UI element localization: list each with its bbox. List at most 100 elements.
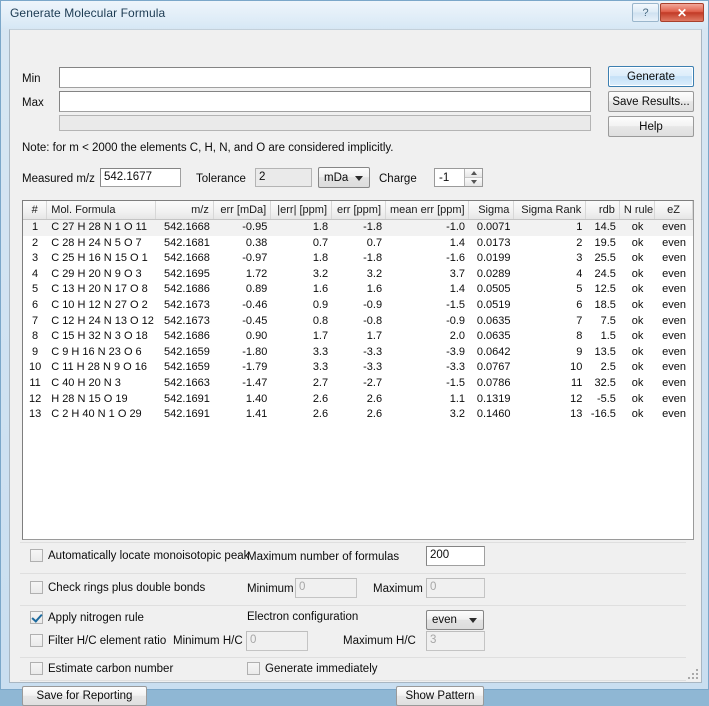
table-row[interactable]: 7 C 12 H 24 N 13 O 12 542.1673 -0.45 0.8 -0.8… — [23, 314, 693, 330]
table-row[interactable]: 13 C 2 H 40 N 1 O 29 542.1691 1.41 2.6 2.6 3.2… — [23, 407, 693, 423]
checkbox-box[interactable] — [30, 662, 43, 675]
table-cell: 542.1681 — [164, 236, 210, 249]
table-cell: C 27 H 28 N 1 O 11 — [51, 221, 147, 233]
options-divider-2 — [20, 573, 686, 574]
table-column-header[interactable]: Sigma Rank — [514, 201, 587, 219]
estimate-carbon-checkbox[interactable]: Estimate carbon number — [30, 662, 173, 675]
auto-locate-checkbox[interactable]: Automatically locate monoisotopic peak — [30, 549, 249, 562]
checkbox-box[interactable] — [30, 611, 43, 624]
table-column-header[interactable]: mean err [ppm] — [386, 201, 469, 219]
close-button[interactable]: ✕ — [660, 3, 704, 22]
table-cell: 19.5 — [594, 236, 616, 249]
checkbox-box[interactable] — [30, 549, 43, 562]
table-row[interactable]: 6 C 10 H 12 N 27 O 2 542.1673 -0.46 0.9 -0.9 -… — [23, 298, 693, 314]
table-cell: 3.3 — [312, 345, 329, 358]
generate-button[interactable]: Generate — [608, 66, 694, 87]
table-cell: 0.0519 — [476, 298, 511, 311]
charge-spin-buttons[interactable] — [464, 169, 482, 186]
results-table[interactable]: # Mol. Formula m/z err [mDa] |err| [ppm] err … — [22, 200, 694, 540]
table-cell: ok — [631, 345, 644, 358]
table-column-header[interactable]: m/z — [156, 201, 214, 219]
table-row[interactable]: 4 C 29 H 20 N 9 O 3 542.1695 1.72 3.2 3.2 3.7 0… — [23, 267, 693, 283]
check-rdb-checkbox[interactable]: Check rings plus double bonds — [30, 581, 205, 594]
max-input[interactable] — [59, 91, 591, 112]
checkbox-box[interactable] — [247, 662, 260, 675]
table-column-header[interactable]: Mol. Formula — [47, 201, 157, 219]
show-pattern-button[interactable]: Show Pattern — [396, 686, 484, 706]
max-formulas-input[interactable]: 200 — [426, 546, 485, 566]
table-cell: 0.0173 — [476, 236, 511, 249]
caret-up-icon — [470, 171, 477, 175]
table-column-header[interactable]: rdb — [586, 201, 620, 219]
table-column-header[interactable]: err [ppm] — [332, 201, 387, 219]
table-cell: -0.45 — [242, 314, 268, 327]
table-cell: 7 — [576, 314, 583, 327]
table-column-header[interactable]: Sigma — [469, 201, 515, 219]
table-row[interactable]: 1 C 27 H 28 N 1 O 11 542.1668 -0.95 1.8 -1.8 -… — [23, 220, 693, 236]
nitrogen-rule-label: Apply nitrogen rule — [48, 611, 144, 624]
table-cell: 2.6 — [312, 408, 329, 421]
table-row[interactable]: 2 C 28 H 24 N 5 O 7 542.1681 0.38 0.7 0.7 1.4 0… — [23, 236, 693, 252]
table-cell: C 13 H 20 N 17 O 8 — [51, 283, 148, 296]
table-column-header[interactable]: |err| [ppm] — [271, 201, 333, 219]
tolerance-unit-select[interactable]: mDa — [318, 167, 370, 188]
nitrogen-rule-checkbox[interactable]: Apply nitrogen rule — [30, 611, 144, 624]
help-titlebar-button[interactable]: ? — [632, 3, 659, 22]
table-row[interactable]: 11 C 40 H 20 N 3 542.1663 -1.47 2.7 -2.7 -1.5 0… — [23, 376, 693, 392]
table-column-header[interactable]: # — [23, 201, 48, 219]
checkbox-box[interactable] — [30, 581, 43, 594]
table-column-header[interactable]: err [mDa] — [214, 201, 272, 219]
help-button[interactable]: Help — [608, 116, 694, 137]
table-body[interactable]: 1C 27 H 28 N 1 O 11 542.1668 -0.95 1.8 -1.8-… — [23, 220, 693, 423]
table-row[interactable]: 10 C 11 H 28 N 9 O 16 542.1659 -1.79 3.3 -3.3… — [23, 360, 693, 376]
table-cell: 542.1673 — [164, 298, 210, 311]
electron-config-select[interactable]: even — [426, 610, 484, 630]
table-cell: ok — [631, 252, 644, 265]
rdb-max-input[interactable]: 0 — [426, 578, 485, 598]
save-for-reporting-button[interactable]: Save for Reporting — [22, 686, 147, 706]
rdb-min-input[interactable]: 0 — [295, 578, 357, 598]
filter-hc-checkbox[interactable]: Filter H/C element ratio — [30, 634, 166, 647]
table-row[interactable]: 3 C 25 H 16 N 15 O 1 542.1668 -0.97 1.8 -1.8 -… — [23, 251, 693, 267]
checkbox-box[interactable] — [30, 634, 43, 647]
table-column-header[interactable]: eZ — [655, 201, 693, 219]
table-row[interactable]: 5 C 13 H 20 N 17 O 8 542.1686 0.89 1.6 1.6 1.4… — [23, 282, 693, 298]
table-cell: even — [662, 221, 686, 233]
table-cell: even — [662, 298, 686, 311]
table-cell: 0.9 — [312, 298, 329, 311]
table-cell: C 12 H 24 N 13 O 12 — [51, 314, 154, 327]
save-results-button[interactable]: Save Results... — [608, 91, 694, 112]
resize-grip[interactable] — [687, 669, 699, 681]
min-input[interactable] — [59, 67, 591, 88]
table-cell: 13.5 — [594, 345, 616, 358]
options-divider-1 — [20, 542, 686, 543]
table-cell: 0.7 — [366, 236, 383, 249]
rdb-min-label: Minimum — [247, 583, 294, 595]
table-column-header[interactable]: N rule — [620, 201, 656, 219]
tolerance-input[interactable]: 2 — [255, 168, 312, 187]
hc-min-input[interactable]: 0 — [246, 631, 308, 651]
table-cell: -2.7 — [363, 376, 383, 389]
table-cell: ok — [631, 392, 644, 405]
table-cell: -3.3 — [363, 345, 383, 358]
table-row[interactable]: 9 C 9 H 16 N 23 O 6 542.1659 -1.80 3.3 -3.3 -3… — [23, 345, 693, 361]
table-row[interactable]: 8 C 15 H 32 N 3 O 18 542.1686 0.90 1.7 1.7 2.0… — [23, 329, 693, 345]
charge-decrement-button[interactable] — [465, 178, 482, 186]
table-cell: ok — [631, 376, 644, 389]
charge-increment-button[interactable] — [465, 169, 482, 178]
table-cell: C 9 H 16 N 23 O 6 — [51, 345, 142, 358]
table-cell: -0.97 — [242, 252, 268, 265]
generate-immediately-checkbox[interactable]: Generate immediately — [247, 662, 378, 675]
window-title: Generate Molecular Formula — [10, 6, 166, 20]
table-cell: even — [662, 361, 686, 374]
measured-mz-input[interactable]: 542.1677 — [100, 168, 181, 187]
table-row[interactable]: 12 H 28 N 15 O 19 542.1691 1.40 2.6 2.6 1.1 0.1… — [23, 392, 693, 408]
table-cell: -5.5 — [596, 392, 616, 405]
table-cell: C 2 H 40 N 1 O 29 — [51, 408, 142, 421]
table-cell: 3.7 — [449, 267, 466, 280]
hc-max-input[interactable]: 3 — [426, 631, 485, 651]
table-cell: even — [662, 267, 686, 280]
table-cell: 542.1673 — [164, 314, 210, 327]
charge-stepper[interactable]: -1 — [434, 168, 483, 187]
table-cell: 18.5 — [594, 298, 616, 311]
